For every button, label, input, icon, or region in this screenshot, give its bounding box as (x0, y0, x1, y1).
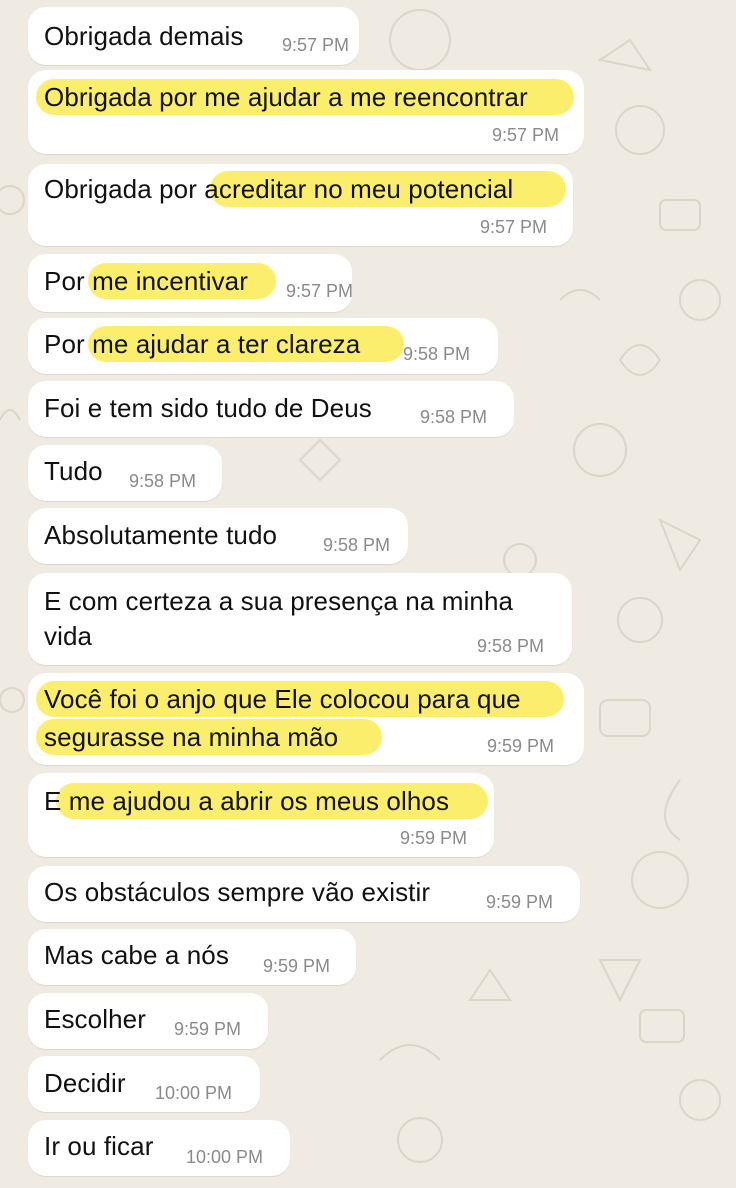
message-text: Os obstáculos sempre vão existir (44, 877, 431, 907)
message-text-line: E com certeza a sua presença na minha (44, 586, 514, 616)
message-text: Escolher (44, 1004, 146, 1034)
message-text: Mas cabe a nós (44, 940, 229, 970)
message-text-line: vida (44, 621, 93, 651)
message-bubble[interactable]: Por me ajudar a ter clareza 9:58 PM (28, 318, 498, 374)
message-timestamp: 9:57 PM (286, 281, 354, 301)
message-text: Obrigada por me ajudar a me reencontrar (44, 82, 528, 112)
message-text: Absolutamente tudo (44, 520, 278, 550)
message-timestamp: 9:58 PM (403, 344, 471, 364)
message-text: Decidir (44, 1068, 126, 1098)
message-bubble[interactable]: Você foi o anjo que Ele colocou para que… (28, 673, 584, 765)
message-bubble[interactable]: E me ajudou a abrir os meus olhos 9:59 P… (28, 773, 494, 857)
message-timestamp: 9:58 PM (477, 636, 545, 656)
message-text: E me ajudou a abrir os meus olhos (44, 786, 450, 816)
message-bubble[interactable]: Obrigada por acreditar no meu potencial … (28, 164, 573, 246)
message-bubble[interactable]: Os obstáculos sempre vão existir 9:59 PM (28, 866, 580, 922)
message-bubble[interactable]: E com certeza a sua presença na minha vi… (28, 573, 572, 665)
message-text: Obrigada demais (44, 21, 244, 51)
message-timestamp: 9:59 PM (174, 1019, 242, 1039)
message-text: Por me incentivar (44, 266, 248, 296)
message-text-line: Você foi o anjo que Ele colocou para que (44, 684, 521, 714)
message-bubble[interactable]: Decidir 10:00 PM (28, 1056, 260, 1112)
message-text: Ir ou ficar (44, 1131, 154, 1161)
message-text: Tudo (44, 456, 103, 486)
message-timestamp: 9:58 PM (420, 407, 488, 427)
message-bubble[interactable]: Ir ou ficar 10:00 PM (28, 1120, 290, 1176)
message-timestamp: 9:59 PM (486, 892, 554, 912)
message-bubble[interactable]: Absolutamente tudo 9:58 PM (28, 508, 408, 564)
message-bubble[interactable]: Por me incentivar 9:57 PM (28, 254, 354, 312)
message-text: Foi e tem sido tudo de Deus (44, 393, 372, 423)
message-timestamp: 9:58 PM (129, 471, 197, 491)
message-timestamp: 9:59 PM (400, 828, 468, 848)
message-timestamp: 9:59 PM (263, 956, 331, 976)
message-timestamp: 10:00 PM (186, 1147, 264, 1167)
message-timestamp: 9:57 PM (492, 125, 560, 145)
message-bubble[interactable]: Escolher 9:59 PM (28, 993, 268, 1049)
message-bubble[interactable]: Mas cabe a nós 9:59 PM (28, 929, 356, 985)
message-text: Por me ajudar a ter clareza (44, 329, 361, 359)
message-bubble[interactable]: Foi e tem sido tudo de Deus 9:58 PM (28, 381, 514, 437)
message-timestamp: 9:58 PM (323, 535, 391, 555)
message-bubble[interactable]: Obrigada por me ajudar a me reencontrar … (28, 70, 584, 154)
message-timestamp: 9:59 PM (487, 736, 555, 756)
message-bubble[interactable]: Tudo 9:58 PM (28, 445, 222, 501)
message-text-line: segurasse na minha mão (44, 722, 339, 752)
message-timestamp: 9:57 PM (480, 217, 548, 237)
message-timestamp: 10:00 PM (155, 1083, 233, 1103)
message-timestamp: 9:57 PM (282, 35, 350, 55)
message-text: Obrigada por acreditar no meu potencial (44, 174, 514, 204)
message-bubble[interactable]: Obrigada demais 9:57 PM (28, 7, 359, 65)
